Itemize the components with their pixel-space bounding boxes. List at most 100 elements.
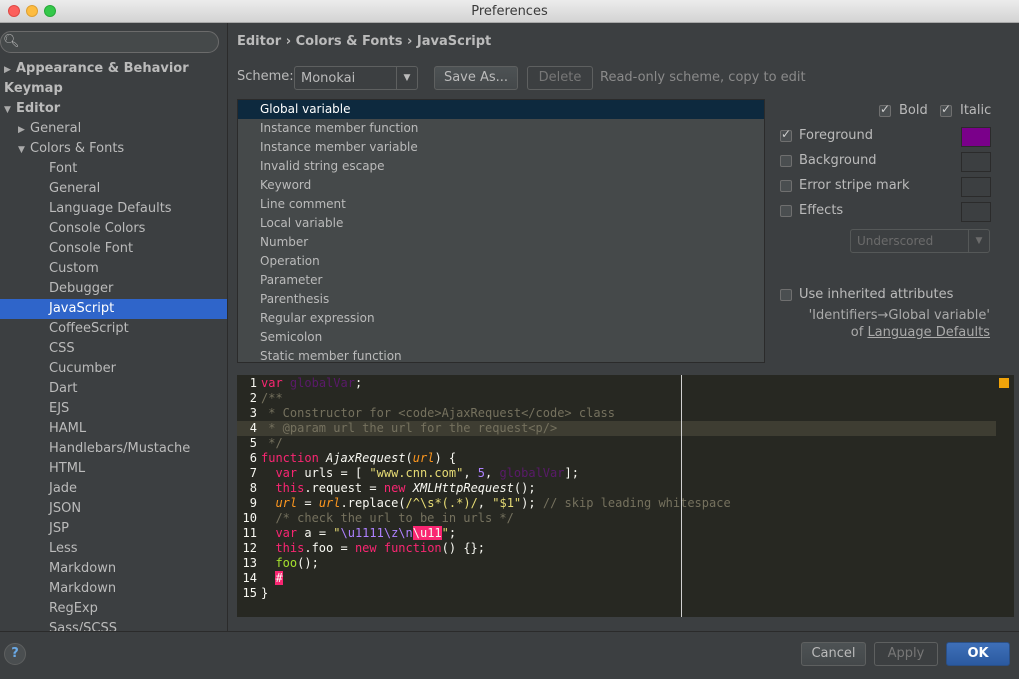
save-as-button[interactable]: Save As... <box>434 66 518 90</box>
sidebar-item[interactable]: JSON <box>0 499 227 519</box>
help-icon[interactable]: ? <box>4 643 26 665</box>
code-line-11: var a = "\u1111\z\n\u11"; <box>275 526 457 540</box>
code-preview[interactable]: 1 2 3 4 5 6 7 8 9 10 11 12 13 14 15 var globalVar; /**… <box>237 375 1014 617</box>
sidebar-item[interactable]: CSS <box>0 339 227 359</box>
list-item[interactable]: Regular expression <box>238 309 764 328</box>
sidebar-item-label: Sass/SCSS <box>49 621 117 631</box>
sidebar-item-label: JSON <box>49 501 82 516</box>
effects-color-swatch[interactable] <box>961 202 991 222</box>
list-item[interactable]: Local variable <box>238 214 764 233</box>
error-stripe-checkbox[interactable] <box>780 180 792 192</box>
chevron-right-icon[interactable]: ▶ <box>4 60 16 80</box>
list-item[interactable]: Static member function <box>238 347 764 362</box>
list-item[interactable]: Instance member function <box>238 119 764 138</box>
list-item[interactable]: Parenthesis <box>238 290 764 309</box>
ok-button[interactable]: OK <box>946 642 1010 666</box>
sidebar-item[interactable]: Font <box>0 159 227 179</box>
sidebar-item[interactable]: Less <box>0 539 227 559</box>
code-line-4: * @param url the url for the request<p/> <box>261 421 558 435</box>
list-item[interactable]: Instance member variable <box>238 138 764 157</box>
chevron-down-icon[interactable]: ▼ <box>4 100 16 120</box>
list-item[interactable]: Invalid string escape <box>238 157 764 176</box>
apply-button[interactable]: Apply <box>874 642 938 666</box>
sidebar-item-label: JavaScript <box>49 301 115 316</box>
sidebar-item[interactable]: Cucumber <box>0 359 227 379</box>
sidebar-item[interactable]: Sass/SCSS <box>0 619 227 631</box>
code-line-3: * Constructor for <code>AjaxRequest</cod… <box>261 406 616 420</box>
sidebar-item[interactable]: JavaScript <box>0 299 227 319</box>
sidebar-item[interactable]: Jade <box>0 479 227 499</box>
sidebar-item-label: General <box>49 181 101 196</box>
sidebar-item[interactable]: ▶ Appearance & Behavior <box>0 59 227 80</box>
list-item[interactable]: Keyword <box>238 176 764 195</box>
chevron-down-icon[interactable]: ▼ <box>18 140 30 160</box>
delete-button[interactable]: Delete <box>527 66 593 90</box>
error-stripe-color-swatch[interactable] <box>961 177 991 197</box>
sidebar-item-label: CSS <box>49 341 75 356</box>
sidebar-item[interactable]: General <box>0 179 227 199</box>
list-item[interactable]: Parameter <box>238 271 764 290</box>
list-item[interactable]: Line comment <box>238 195 764 214</box>
sidebar-item[interactable]: Handlebars/Mustache <box>0 439 227 459</box>
sidebar-item-label: Less <box>49 541 78 556</box>
italic-label: Italic <box>960 103 992 118</box>
breadcrumb: Editor › Colors & Fonts › JavaScript <box>237 34 492 49</box>
foreground-color-swatch[interactable] <box>961 127 991 147</box>
line-number: 6 <box>249 451 257 465</box>
effects-checkbox[interactable] <box>780 205 792 217</box>
sidebar-item[interactable]: ▶ General <box>0 119 227 140</box>
list-item[interactable]: Semicolon <box>238 328 764 347</box>
color-elements-list[interactable]: Global variable Instance member function I… <box>237 99 765 363</box>
settings-search-input[interactable]: 🔍︎ <box>0 31 219 53</box>
list-item[interactable]: Operation <box>238 252 764 271</box>
sidebar-item[interactable]: ▼ Editor <box>0 99 227 120</box>
line-number: 9 <box>249 496 257 510</box>
sidebar-item[interactable]: CoffeeScript <box>0 319 227 339</box>
sidebar-item[interactable]: Markdown <box>0 559 227 579</box>
sidebar-item-label: Colors & Fonts <box>30 141 125 156</box>
settings-content: Editor › Colors & Fonts › JavaScript Sch… <box>228 23 1019 631</box>
sidebar-item-label: Jade <box>49 481 78 496</box>
sidebar-item[interactable]: Debugger <box>0 279 227 299</box>
line-number: 12 <box>242 541 257 555</box>
sidebar-item[interactable]: ▼ Colors & Fonts <box>0 139 227 160</box>
background-checkbox[interactable] <box>780 155 792 167</box>
sidebar-item-label: Console Colors <box>49 221 146 236</box>
error-stripe-marker[interactable] <box>999 378 1009 388</box>
sidebar-item[interactable]: Dart <box>0 379 227 399</box>
sidebar-item-label: Keymap <box>4 81 63 96</box>
search-icon: 🔍︎ <box>3 34 20 49</box>
scheme-select[interactable]: Monokai ▼ <box>294 66 418 90</box>
foreground-checkbox[interactable] <box>780 127 792 142</box>
sidebar-item[interactable]: RegExp <box>0 599 227 619</box>
effects-label: Effects <box>799 203 844 218</box>
sidebar-item[interactable]: EJS <box>0 399 227 419</box>
sidebar-item[interactable]: Keymap <box>0 79 227 99</box>
sidebar-item[interactable]: Language Defaults <box>0 199 227 219</box>
title-bar: Preferences <box>0 0 1019 23</box>
sidebar-item[interactable]: Custom <box>0 259 227 279</box>
effects-type-select[interactable]: Underscored ▼ <box>850 229 990 253</box>
sidebar-item[interactable]: HTML <box>0 459 227 479</box>
chevron-right-icon[interactable]: ▶ <box>18 120 30 140</box>
sidebar-item[interactable]: Console Colors <box>0 219 227 239</box>
sidebar-item[interactable]: HAML <box>0 419 227 439</box>
inherit-checkbox[interactable] <box>780 289 792 301</box>
sidebar-item-label: RegExp <box>49 601 98 616</box>
readonly-hint: Read-only scheme, copy to edit <box>600 70 806 85</box>
background-color-swatch[interactable] <box>961 152 991 172</box>
code-line-8: this.request = new XMLHttpRequest(); <box>275 481 536 495</box>
list-item[interactable]: Global variable <box>238 100 764 119</box>
list-item[interactable]: Number <box>238 233 764 252</box>
code-line-10: /* check the url to be in urls */ <box>261 511 514 525</box>
cancel-button[interactable]: Cancel <box>801 642 866 666</box>
sidebar-item-label: Custom <box>49 261 99 276</box>
sidebar-item[interactable]: Markdown <box>0 579 227 599</box>
sidebar-item[interactable]: JSP <box>0 519 227 539</box>
language-defaults-link[interactable]: Language Defaults <box>867 325 990 340</box>
sidebar-item-label: Markdown <box>49 561 117 576</box>
line-number: 7 <box>249 466 257 480</box>
bold-checkbox[interactable] <box>879 102 891 117</box>
italic-checkbox[interactable] <box>940 102 952 117</box>
sidebar-item[interactable]: Console Font <box>0 239 227 259</box>
